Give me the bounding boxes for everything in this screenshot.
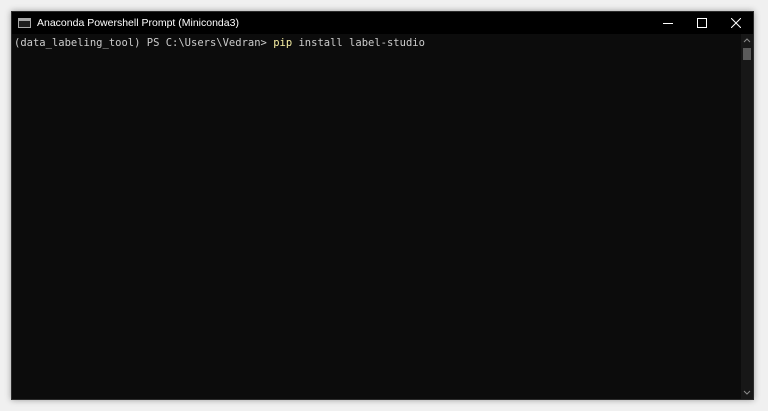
- terminal-output[interactable]: (data_labeling_tool) PS C:\Users\Vedran>…: [12, 34, 742, 399]
- window-controls: [651, 12, 753, 34]
- command-arguments: install label-studio: [292, 37, 425, 49]
- minimize-icon: [663, 23, 673, 24]
- maximize-icon: [697, 18, 707, 28]
- command-text: pip: [273, 37, 293, 49]
- command-line: (data_labeling_tool) PS C:\Users\Vedran>…: [14, 36, 425, 50]
- scrollbar-thumb[interactable]: [743, 48, 751, 60]
- window-title: Anaconda Powershell Prompt (Miniconda3): [37, 17, 239, 29]
- chevron-up-icon: [743, 38, 751, 43]
- minimize-button[interactable]: [651, 12, 685, 34]
- title-bar[interactable]: Anaconda Powershell Prompt (Miniconda3): [12, 12, 753, 34]
- chevron-down-icon: [743, 390, 751, 395]
- terminal-window: Anaconda Powershell Prompt (Miniconda3): [11, 11, 754, 400]
- scroll-down-button[interactable]: [741, 387, 753, 399]
- close-button[interactable]: [719, 12, 753, 34]
- prompt-text: (data_labeling_tool) PS C:\Users\Vedran>: [14, 37, 274, 49]
- terminal-icon: [18, 18, 31, 28]
- maximize-button[interactable]: [685, 12, 719, 34]
- vertical-scrollbar[interactable]: [741, 34, 753, 399]
- scroll-up-button[interactable]: [741, 34, 753, 46]
- close-icon: [731, 18, 741, 28]
